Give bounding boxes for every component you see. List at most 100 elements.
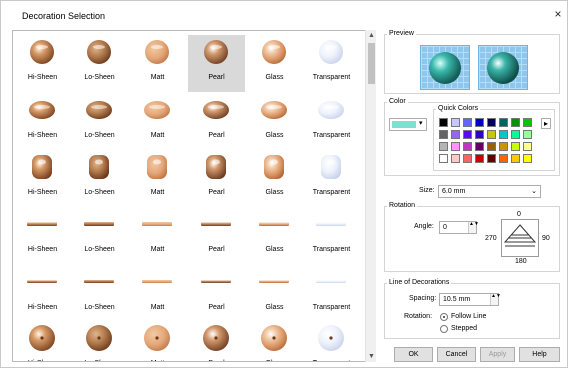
scroll-thumb[interactable] xyxy=(368,43,375,84)
quick-color-swatch[interactable] xyxy=(463,154,472,163)
quick-color-swatch[interactable] xyxy=(523,130,532,139)
decoration-bugle-thin-hi-sheen[interactable]: Hi-Sheen xyxy=(14,265,71,322)
decoration-bugle-flat-hi-sheen[interactable]: Hi-Sheen xyxy=(14,207,71,264)
decoration-sequin-lo-sheen[interactable]: Lo-Sheen xyxy=(71,321,128,361)
quick-color-swatch[interactable] xyxy=(523,118,532,127)
decoration-oval-bead-hi-sheen[interactable]: Hi-Sheen xyxy=(14,93,71,150)
more-colors-button[interactable]: ▸ xyxy=(541,118,551,129)
decoration-sequin-transparent[interactable]: Transparent xyxy=(303,321,360,361)
decoration-bugle-flat-pearl[interactable]: Pearl xyxy=(188,207,245,264)
decoration-bugle-thin-glass[interactable]: Glass xyxy=(246,265,303,322)
quick-color-swatch[interactable] xyxy=(523,154,532,163)
follow-line-radio[interactable] xyxy=(440,313,448,321)
decoration-bugle-flat-glass[interactable]: Glass xyxy=(246,207,303,264)
quick-color-swatch[interactable] xyxy=(487,154,496,163)
quick-color-swatch[interactable] xyxy=(499,130,508,139)
decoration-round-bead-hi-sheen[interactable]: Hi-Sheen xyxy=(14,35,71,92)
decoration-sequin-hi-sheen[interactable]: Hi-Sheen xyxy=(14,321,71,361)
color-picker[interactable]: ▾ xyxy=(389,118,427,131)
follow-line-label: Follow Line xyxy=(451,313,487,320)
quick-color-swatch[interactable] xyxy=(475,154,484,163)
quick-color-swatch[interactable] xyxy=(511,130,520,139)
decoration-bugle-flat-transparent[interactable]: Transparent xyxy=(303,207,360,264)
angle-spinner-icon[interactable]: ▲▼ xyxy=(468,222,479,233)
quick-color-swatch[interactable] xyxy=(451,142,460,151)
decoration-bugle-thin-transparent[interactable]: Transparent xyxy=(303,265,360,322)
quick-color-swatch[interactable] xyxy=(487,130,496,139)
angle-input[interactable]: 0 ▲▼ xyxy=(439,221,479,234)
rotation-dial[interactable] xyxy=(501,219,539,257)
spacing-spinner-icon[interactable]: ▲▼ xyxy=(490,294,501,305)
grid-scrollbar[interactable]: ▲ ▼ xyxy=(365,30,376,362)
decoration-round-bead-glass[interactable]: Glass xyxy=(246,35,303,92)
quick-color-swatch[interactable] xyxy=(439,118,448,127)
cancel-button[interactable]: Cancel xyxy=(437,347,476,362)
quick-color-swatch[interactable] xyxy=(451,154,460,163)
quick-color-swatch[interactable] xyxy=(439,130,448,139)
dial-90: 90 xyxy=(542,235,550,242)
decoration-square-bead-transparent[interactable]: Transparent xyxy=(303,150,360,207)
quick-color-swatch[interactable] xyxy=(475,118,484,127)
quick-color-swatch[interactable] xyxy=(463,130,472,139)
decoration-sequin-matt[interactable]: Matt xyxy=(129,321,186,361)
bugle-thin-icon xyxy=(316,280,346,283)
rotation-group: Rotation Angle: 0 ▲▼ 0 270 90 180 xyxy=(384,202,560,272)
quick-color-swatch[interactable] xyxy=(451,130,460,139)
decoration-oval-bead-transparent[interactable]: Transparent xyxy=(303,93,360,150)
quick-color-swatch[interactable] xyxy=(511,154,520,163)
decoration-square-bead-glass[interactable]: Glass xyxy=(246,150,303,207)
apply-button[interactable]: Apply xyxy=(480,347,515,362)
size-select[interactable]: 6.0 mm ⌄ xyxy=(438,185,541,198)
quick-color-swatch[interactable] xyxy=(475,142,484,151)
decoration-round-bead-transparent[interactable]: Transparent xyxy=(303,35,360,92)
scroll-up-icon[interactable]: ▲ xyxy=(366,30,377,41)
oval-bead-icon xyxy=(144,101,170,119)
decoration-oval-bead-lo-sheen[interactable]: Lo-Sheen xyxy=(71,93,128,150)
quick-color-swatch[interactable] xyxy=(523,142,532,151)
scroll-down-icon[interactable]: ▼ xyxy=(366,351,377,362)
quick-color-swatch[interactable] xyxy=(487,142,496,151)
decoration-bugle-flat-matt[interactable]: Matt xyxy=(129,207,186,264)
decoration-oval-bead-matt[interactable]: Matt xyxy=(129,93,186,150)
decoration-round-bead-lo-sheen[interactable]: Lo-Sheen xyxy=(71,35,128,92)
quick-color-swatch[interactable] xyxy=(463,142,472,151)
quick-color-swatch[interactable] xyxy=(487,118,496,127)
quick-color-swatch[interactable] xyxy=(499,154,508,163)
quick-color-swatch[interactable] xyxy=(439,154,448,163)
quick-color-swatch[interactable] xyxy=(511,118,520,127)
quick-color-swatch[interactable] xyxy=(451,118,460,127)
color-group: Color ▾ Quick Colors ▸ xyxy=(384,98,560,176)
round-bead-icon xyxy=(30,40,54,64)
decoration-bugle-thin-pearl[interactable]: Pearl xyxy=(188,265,245,322)
decoration-label: Matt xyxy=(150,132,165,139)
decoration-oval-bead-glass[interactable]: Glass xyxy=(246,93,303,150)
quick-color-swatch[interactable] xyxy=(499,118,508,127)
quick-color-swatch[interactable] xyxy=(499,142,508,151)
spacing-input[interactable]: 10.5 mm ▲▼ xyxy=(439,293,501,306)
decoration-square-bead-hi-sheen[interactable]: Hi-Sheen xyxy=(14,150,71,207)
oval-bead-icon xyxy=(203,101,229,119)
decoration-sequin-glass[interactable]: Glass xyxy=(246,321,303,361)
decoration-bugle-thin-lo-sheen[interactable]: Lo-Sheen xyxy=(71,265,128,322)
decoration-square-bead-pearl[interactable]: Pearl xyxy=(188,150,245,207)
ok-button[interactable]: OK xyxy=(394,347,433,362)
quick-color-swatch[interactable] xyxy=(439,142,448,151)
quick-color-swatch[interactable] xyxy=(511,142,520,151)
decoration-square-bead-lo-sheen[interactable]: Lo-Sheen xyxy=(71,150,128,207)
decoration-round-bead-pearl[interactable]: Pearl xyxy=(188,35,245,92)
decoration-oval-bead-pearl[interactable]: Pearl xyxy=(188,93,245,150)
bugle-flat-icon xyxy=(84,222,114,226)
help-button[interactable]: Help xyxy=(519,347,560,362)
decoration-round-bead-matt[interactable]: Matt xyxy=(129,35,186,92)
close-icon[interactable]: × xyxy=(551,7,565,21)
quick-color-swatch[interactable] xyxy=(475,130,484,139)
decoration-bugle-thin-matt[interactable]: Matt xyxy=(129,265,186,322)
bugle-thin-icon xyxy=(259,280,289,283)
stepped-radio[interactable] xyxy=(440,325,448,333)
decoration-label: Pearl xyxy=(188,360,245,361)
decoration-bugle-flat-lo-sheen[interactable]: Lo-Sheen xyxy=(71,207,128,264)
quick-color-swatch[interactable] xyxy=(463,118,472,127)
decoration-square-bead-matt[interactable]: Matt xyxy=(129,150,186,207)
decoration-sequin-pearl[interactable]: Pearl xyxy=(188,321,245,361)
sequin-icon xyxy=(203,325,229,351)
